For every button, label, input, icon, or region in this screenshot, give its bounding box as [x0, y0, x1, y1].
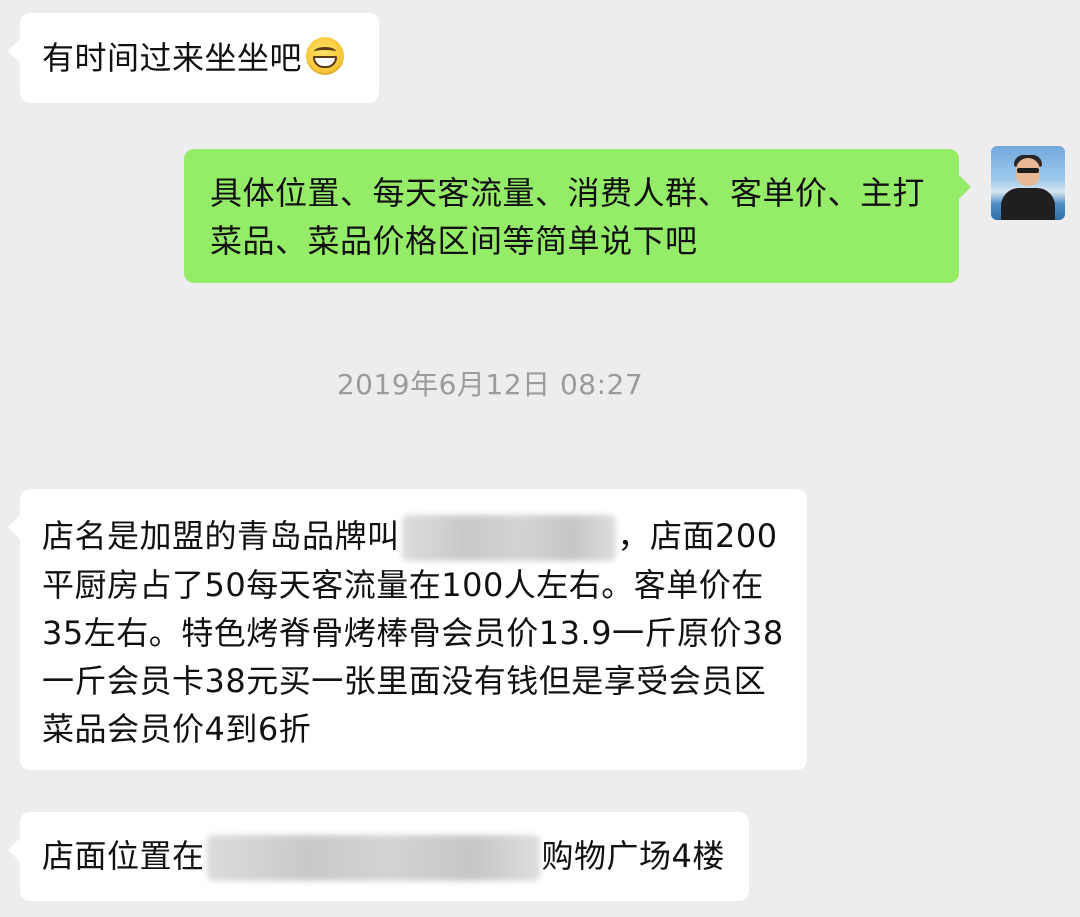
message-text-line: 一斤会员卡38元买一张里面没有钱但是享受会员区: [42, 662, 767, 700]
redacted-location: [206, 835, 540, 881]
avatar-shirt: [1001, 188, 1055, 220]
grinning-face-emoji-icon: [306, 37, 345, 75]
avatar-sunglasses: [1017, 168, 1039, 173]
outgoing-message-bubble[interactable]: 具体位置、每天客流量、消费人群、客单价、主打 菜品、菜品价格区间等简单说下吧: [184, 149, 971, 283]
message-text-segment: 店面位置在: [42, 837, 205, 875]
message-text-line: 店名是加盟的青岛品牌叫 ，店面200: [42, 512, 785, 561]
message-text: 有时间过来坐坐吧: [42, 39, 303, 77]
message-text-line: 35左右。特色烤脊骨烤棒骨会员价13.9一斤原价38: [42, 614, 784, 652]
incoming-message-bubble[interactable]: 店面位置在 购物广场4楼: [8, 812, 749, 901]
bubble-tail: [959, 175, 971, 199]
user-avatar[interactable]: [991, 146, 1065, 220]
message-text-line: 具体位置、每天客流量、消费人群、客单价、主打: [210, 174, 926, 212]
message-text-line: 菜品、菜品价格区间等简单说下吧: [210, 222, 698, 260]
bubble-tail: [8, 838, 20, 862]
incoming-message-bubble[interactable]: 店名是加盟的青岛品牌叫 ，店面200 平厨房占了50每天客流量在100人左右。客单…: [8, 489, 807, 770]
redacted-brand-name: [401, 515, 616, 561]
bubble-tail: [8, 39, 20, 63]
incoming-message-bubble[interactable]: 有时间过来坐坐吧: [8, 13, 379, 103]
chat-timestamp: 2019年6月12日 08:27: [336, 368, 644, 401]
bubble-tail: [8, 515, 20, 539]
message-text-segment: 购物广场4楼: [541, 837, 725, 875]
message-text-line: 菜品会员价4到6折: [42, 710, 312, 748]
message-text-segment: 店名是加盟的青岛品牌叫: [42, 517, 400, 555]
message-text-segment: ，店面200: [617, 517, 778, 555]
message-text-line: 平厨房占了50每天客流量在100人左右。客单价在: [42, 566, 764, 604]
